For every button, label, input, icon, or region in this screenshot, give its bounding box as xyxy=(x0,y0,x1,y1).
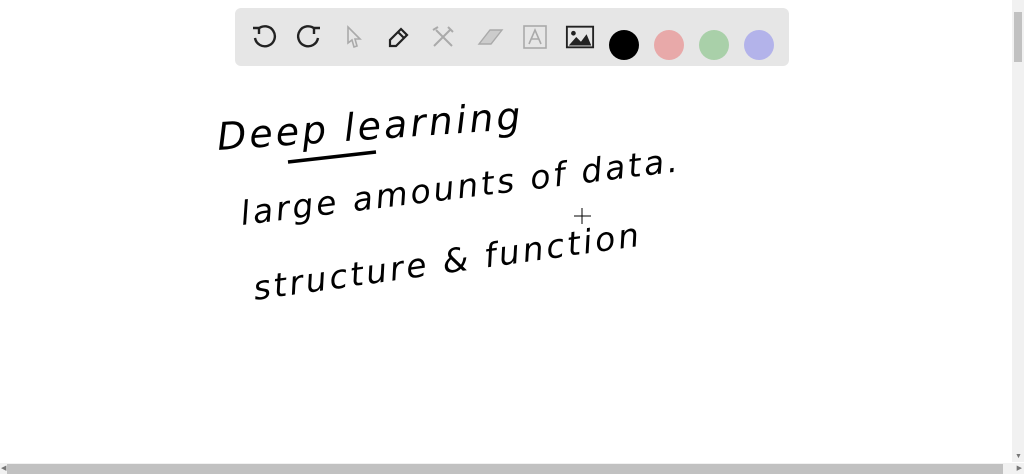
scroll-right-arrow[interactable]: ▶ xyxy=(1017,464,1022,472)
note-title: Deep learning xyxy=(216,94,525,159)
note-line2: structure & function xyxy=(251,215,645,308)
whiteboard-canvas[interactable]: Deep learning large amounts of data. str… xyxy=(0,0,1010,460)
scroll-down-arrow[interactable]: ▼ xyxy=(1015,453,1022,460)
vertical-scroll-thumb[interactable] xyxy=(1014,12,1022,62)
vertical-scrollbar[interactable]: ▼ xyxy=(1012,0,1024,462)
scroll-left-arrow[interactable]: ◀ xyxy=(1,464,6,472)
horizontal-scroll-thumb[interactable] xyxy=(7,464,1003,474)
horizontal-scrollbar[interactable]: ◀ ▶ xyxy=(0,463,1024,474)
title-underline xyxy=(287,150,377,164)
